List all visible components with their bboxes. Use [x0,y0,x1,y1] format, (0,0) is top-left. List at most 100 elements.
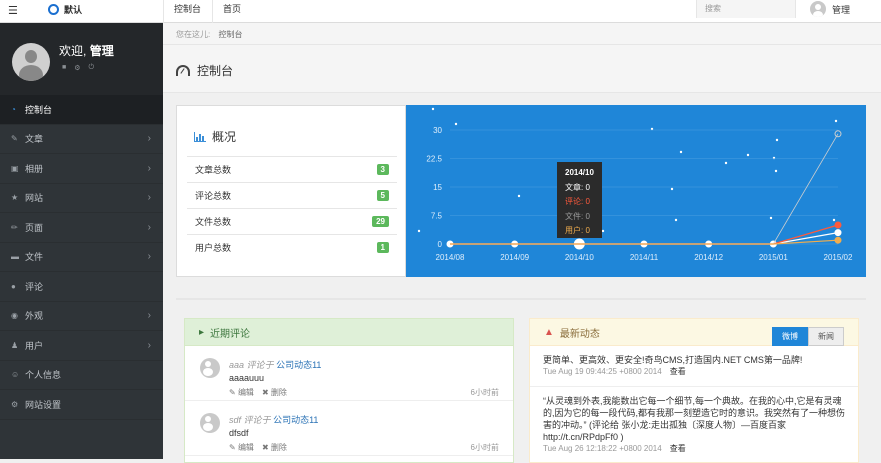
sidebar-item-10[interactable]: ⚙ 网站设置 [0,390,163,420]
comment-target-link[interactable]: 公司动态11 [276,360,321,370]
edit-label: 编辑 [237,443,254,452]
sidebar-item-9[interactable]: ☺ 个人信息 [0,361,163,390]
tab-weibo[interactable]: 微博 [772,327,808,346]
image-icon: ▣ [11,163,19,173]
sidebar-item-0[interactable]: ◔ 控制台 [0,95,163,125]
x-tick-label: 2014/11 [630,253,659,262]
bullhorn-icon: ▸ [199,326,205,338]
menu-toggle-icon[interactable]: ☰ [8,4,18,17]
sparkle [832,218,836,222]
welcome-user: 管理 [89,44,114,58]
page-title: 控制台 [197,64,234,78]
logo-icon [48,4,59,15]
eye-icon: ◉ [11,311,18,321]
sidebar-item-5[interactable]: ▬ 文件 › [0,243,163,272]
comment-meta: aaa 评论于 公司动态11 [229,358,321,371]
user-icon[interactable]: ■ [62,64,66,72]
sparkle [674,218,678,222]
edit-button[interactable]: ✎ 编辑 [229,442,254,453]
avatar [200,413,220,433]
sparkle [724,161,728,165]
sidebar-item-4[interactable]: ✏ 页面 › [0,213,163,243]
news-meta: Tue Aug 19 09:44:25 +0800 2014 查看 [543,366,845,378]
welcome-label: 欢迎, [59,44,87,58]
top-bar: ☰ 默认 控制台 首页 搜索 管理 [0,0,881,23]
news-time: Tue Aug 19 09:44:25 +0800 2014 [543,367,662,376]
avatar [810,1,826,17]
close-icon: ✖ [261,443,271,452]
sidebar-item-label: 控制台 [25,104,53,115]
series-line-2 [450,133,839,245]
tab-news[interactable]: 新闻 [808,327,844,346]
sidebar-item-2[interactable]: ▣ 相册 › [0,154,163,184]
overview-panel: 概况 文章总数 3 评论总数 5 文件总数 29 用户总数 1 [176,105,406,277]
sidebar-item-3[interactable]: ★ 网站 › [0,184,163,213]
sidebar-item-7[interactable]: ◉ 外观 › [0,302,163,331]
delete-button[interactable]: ✖ 删除 [262,387,287,398]
profile-panel: 欢迎, 管理 ■ ⚙ ⏻ [0,23,163,95]
sparkle [772,156,776,160]
comments-icon: ● [11,281,16,291]
pencil-icon: ✎ [229,443,238,452]
topnav-home[interactable]: 首页 [212,0,251,23]
edit-button[interactable]: ✎ 编辑 [229,387,254,398]
user-name: 管理 [832,4,851,15]
breadcrumb-current[interactable]: 控制台 [218,30,242,39]
logo[interactable]: 默认 [48,3,82,16]
recent-comments-panel: ▸ 近期评论 aaa 评论于 公司动态11 aaaauuu ✎ 编辑 ✖ 删除 6小时前… [184,318,514,463]
sidebar-item-label: 网站 [25,193,44,204]
sidebar-item-label: 用户 [25,340,44,351]
stat-label: 文件总数 [195,217,232,227]
gear-icon[interactable]: ⚙ [74,64,80,72]
sparkle [517,194,521,198]
bar-chart-icon [194,131,206,142]
stat-badge: 3 [376,164,389,175]
chart-svg: 0 7.5 15 22.5 30 2014/08 2014/09 2014/10 2014/11… [417,107,853,262]
comment-item: sdf 评论于 公司动态11 dfsdf ✎ 编辑 ✖ 删除 6小时前 [185,401,513,456]
news-view-link[interactable]: 查看 [670,444,686,453]
user-menu[interactable]: 管理 [810,0,850,18]
comment-target-link[interactable]: 公司动态11 [273,415,318,425]
stat-row: 评论总数 5 [187,182,397,208]
power-icon[interactable]: ⏻ [89,64,95,72]
y-tick-label: 15 [433,183,442,192]
sidebar-item-label: 页面 [25,222,44,233]
sidebar-nav: ◔ 控制台 ✎ 文章 › ▣ 相册 › ★ 网站 › ✏ 页面 › ▬ 文件 › ● 评论 ◉ 外观 › ♟ 用户 › ☺ 个人信息… [0,95,163,420]
breadcrumb: 您在这儿: 控制台 [163,23,881,45]
search-input[interactable]: 搜索 [696,0,796,18]
dashboard-icon: ◔ [11,104,16,114]
sparkle [601,229,605,233]
tooltip-row: 文件: 0 [565,211,590,221]
comment-actions: ✎ 编辑 ✖ 删除 [229,387,287,398]
avatar [200,358,220,378]
star-icon: ★ [11,193,19,203]
stat-row: 文章总数 3 [187,156,397,182]
news-view-link[interactable]: 查看 [670,367,686,376]
pencil-icon: ✏ [11,222,18,232]
welcome-text: 欢迎, 管理 [59,42,114,59]
news-text: “从灵魂到外表,我能数出它每一个细节,每一个典故。在我的心中,它是有灵魂的,因为… [543,396,846,442]
stat-label: 文章总数 [195,165,232,175]
tooltip-row: 评论: 0 [565,197,590,206]
sidebar-item-1[interactable]: ✎ 文章 › [0,125,163,154]
x-tick-label: 2014/08 [436,253,465,262]
profile-actions: ■ ⚙ ⏻ [62,64,94,72]
sidebar-item-6[interactable]: ● 评论 [0,272,163,302]
chevron-right-icon: › [147,192,151,204]
folder-icon: ▬ [11,252,19,262]
sidebar-item-8[interactable]: ♟ 用户 › [0,331,163,361]
sparkle [834,119,838,123]
sparkle [775,138,779,142]
chevron-right-icon: › [147,339,151,351]
latest-news-panel: ▲ 最新动态 微博 新闻 更简单、更高效、更安全!奇鸟CMS,打造国内.NET … [529,318,859,463]
delete-button[interactable]: ✖ 删除 [262,442,287,453]
topnav-dashboard[interactable]: 控制台 [163,0,211,23]
stats-chart: 0 7.5 15 22.5 30 2014/08 2014/09 2014/10 2014/11… [406,105,866,277]
sidebar-item-label: 外观 [25,311,44,322]
comment-body: aaaauuu [229,373,265,383]
stat-badge: 29 [372,216,389,227]
divider [176,298,866,300]
sparkle [746,153,750,157]
data-point [834,236,842,244]
comments-title: 近期评论 [210,328,251,340]
